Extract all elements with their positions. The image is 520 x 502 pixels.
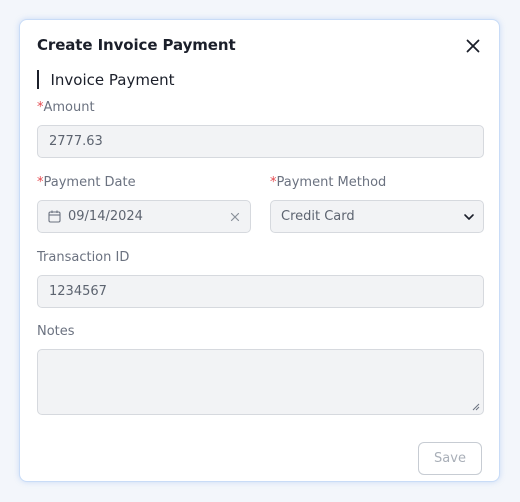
- section-header: Invoice Payment: [37, 70, 175, 89]
- close-button[interactable]: [463, 36, 483, 56]
- chevron-down-icon: [463, 211, 475, 223]
- payment-method-value: Credit Card: [281, 209, 355, 224]
- payment-method-select[interactable]: Credit Card: [270, 200, 484, 233]
- payment-method-label: *Payment Method: [270, 175, 386, 190]
- payment-date-picker[interactable]: 09/14/2024: [37, 200, 251, 233]
- transaction-id-label-text: Transaction ID: [37, 250, 130, 265]
- amount-label-text: Amount: [43, 100, 95, 115]
- amount-value: 2777.63: [49, 134, 103, 149]
- amount-input[interactable]: 2777.63: [37, 125, 484, 158]
- payment-method-label-text: Payment Method: [276, 175, 387, 190]
- transaction-id-label: Transaction ID: [37, 250, 129, 265]
- payment-date-value: 09/14/2024: [68, 209, 143, 224]
- payment-date-label-text: Payment Date: [43, 175, 136, 190]
- amount-label: *Amount: [37, 100, 95, 115]
- payment-date-label: *Payment Date: [37, 175, 136, 190]
- clear-icon[interactable]: [230, 212, 240, 222]
- transaction-id-input[interactable]: 1234567: [37, 275, 484, 308]
- dialog-title: Create Invoice Payment: [37, 36, 236, 54]
- calendar-icon: [48, 210, 61, 223]
- transaction-id-value: 1234567: [49, 284, 107, 299]
- create-invoice-payment-dialog: Create Invoice Payment Invoice Payment *…: [19, 19, 500, 482]
- resize-handle-icon[interactable]: [472, 403, 480, 411]
- close-icon: [466, 39, 480, 53]
- notes-label: Notes: [37, 324, 75, 339]
- section-title: Invoice Payment: [50, 70, 175, 89]
- section-accent-bar: [37, 70, 39, 89]
- notes-label-text: Notes: [37, 324, 75, 339]
- save-button[interactable]: Save: [418, 442, 482, 475]
- notes-textarea[interactable]: [37, 349, 484, 415]
